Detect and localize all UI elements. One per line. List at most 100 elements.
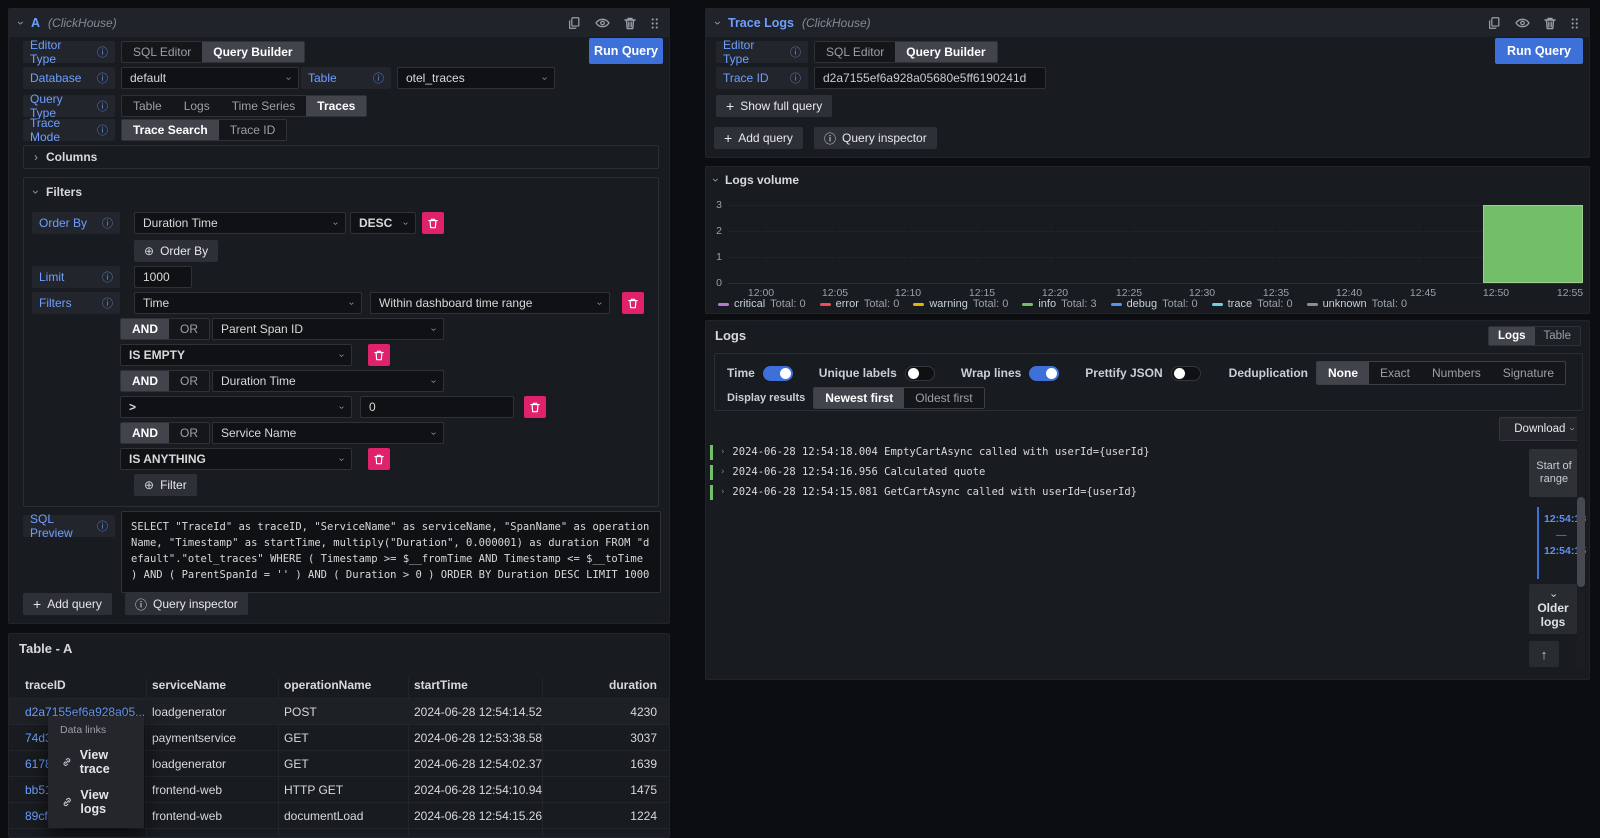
run-query-button[interactable]: Run Query — [1495, 38, 1583, 64]
or-option[interactable]: OR — [169, 371, 209, 391]
time-toggle[interactable] — [763, 366, 793, 381]
dedup-numbers-option[interactable]: Numbers — [1421, 362, 1492, 384]
collapse-icon[interactable]: › — [712, 21, 724, 25]
sql-editor-option[interactable]: SQL Editor — [815, 42, 895, 62]
drag-handle-icon[interactable] — [650, 17, 659, 30]
oldest-first-option[interactable]: Oldest first — [904, 388, 983, 408]
view-logs-option[interactable]: Logs — [1489, 327, 1534, 345]
view-trace-menu-item[interactable]: View trace — [48, 742, 144, 782]
query-ref-title[interactable]: Trace Logs — [728, 16, 794, 30]
and-option[interactable]: AND — [121, 423, 169, 443]
legend-item-critical[interactable]: criticalTotal: 0 — [718, 298, 806, 310]
condition-field-select[interactable]: Parent Span ID› — [212, 318, 444, 340]
collapse-icon: › — [34, 151, 38, 163]
legend-item-unknown[interactable]: unknownTotal: 0 — [1307, 298, 1408, 310]
expand-log-icon[interactable]: › — [720, 447, 725, 457]
remove-condition-button[interactable] — [368, 344, 390, 366]
log-row[interactable]: › 2024-06-28 12:54:18.004 EmptyCartAsync… — [710, 443, 1474, 461]
unique-labels-toggle[interactable] — [905, 366, 935, 381]
remove-condition-button[interactable] — [524, 396, 546, 418]
info-bar[interactable] — [1483, 205, 1583, 283]
trace-id-link[interactable]: 9a7acf61841886... — [9, 835, 146, 838]
run-query-button[interactable]: Run Query — [589, 38, 663, 64]
show-full-query-button[interactable]: +Show full query — [716, 95, 832, 117]
query-ref-title[interactable]: A — [31, 16, 40, 30]
limit-input[interactable] — [134, 266, 192, 288]
filter-value-select[interactable]: Within dashboard time range› — [370, 292, 610, 314]
log-row[interactable]: › 2024-06-28 12:54:16.956 Calculated quo… — [710, 463, 1474, 481]
wrap-lines-toggle[interactable] — [1029, 366, 1059, 381]
condition-field-select[interactable]: Duration Time› — [212, 370, 444, 392]
legend-item-warning[interactable]: warningTotal: 0 — [913, 298, 1008, 310]
duplicate-icon[interactable] — [567, 16, 581, 30]
add-order-by-button[interactable]: ⊕Order By — [134, 240, 218, 262]
column-header-starttime[interactable]: startTime — [408, 678, 542, 698]
eye-icon[interactable] — [1515, 17, 1530, 29]
and-option[interactable]: AND — [121, 319, 169, 339]
add-query-button[interactable]: +Add query — [714, 127, 803, 149]
database-select[interactable]: default› — [121, 67, 299, 89]
collapse-icon[interactable]: › — [15, 21, 27, 25]
columns-section[interactable]: › Columns — [23, 145, 659, 169]
column-header-duration[interactable]: duration — [542, 678, 669, 698]
or-option[interactable]: OR — [169, 319, 209, 339]
panel-title[interactable]: Table - A — [19, 641, 72, 656]
newest-first-option[interactable]: Newest first — [814, 388, 904, 408]
expand-log-icon[interactable]: › — [720, 467, 725, 477]
trash-icon[interactable] — [1544, 17, 1556, 30]
prettify-json-toggle[interactable] — [1171, 366, 1201, 381]
older-logs-button[interactable]: › Older logs — [1529, 584, 1577, 634]
legend-item-error[interactable]: errorTotal: 0 — [820, 298, 900, 310]
sql-editor-option[interactable]: SQL Editor — [122, 42, 202, 62]
condition-operator-select[interactable]: IS ANYTHING› — [120, 448, 352, 470]
download-button[interactable]: Download › — [1499, 417, 1584, 441]
duplicate-icon[interactable] — [1487, 16, 1501, 30]
remove-order-by-button[interactable] — [422, 212, 444, 234]
query-inspector-button[interactable]: ⓘQuery inspector — [125, 593, 248, 615]
order-by-direction-select[interactable]: DESC› — [350, 212, 416, 234]
scroll-to-top-button[interactable]: ↑ — [1529, 641, 1559, 667]
column-header-operationname[interactable]: operationName — [278, 678, 408, 698]
add-filter-button[interactable]: ⊕Filter — [134, 474, 197, 496]
logs-scrollbar-thumb[interactable] — [1577, 497, 1585, 587]
trace-mode-id[interactable]: Trace ID — [219, 120, 287, 140]
trace-id-input[interactable] — [814, 67, 1046, 89]
trash-icon[interactable] — [624, 17, 636, 30]
filter-field-select[interactable]: Time› — [134, 292, 362, 314]
legend-item-trace[interactable]: traceTotal: 0 — [1212, 298, 1293, 310]
condition-operator-select[interactable]: >› — [120, 396, 352, 418]
query-builder-option[interactable]: Query Builder — [202, 42, 303, 62]
filters-section-header[interactable]: › Filters — [34, 185, 82, 199]
drag-handle-icon[interactable] — [1570, 17, 1579, 30]
view-logs-menu-item[interactable]: View logs — [48, 782, 144, 822]
condition-field-select[interactable]: Service Name› — [212, 422, 444, 444]
eye-icon[interactable] — [595, 17, 610, 29]
dedup-exact-option[interactable]: Exact — [1369, 362, 1421, 384]
column-header-traceid[interactable]: traceID — [9, 678, 146, 698]
dedup-signature-option[interactable]: Signature — [1492, 362, 1565, 384]
order-by-field-select[interactable]: Duration Time› — [134, 212, 346, 234]
view-table-option[interactable]: Table — [1535, 327, 1581, 345]
log-row[interactable]: › 2024-06-28 12:54:15.081 GetCartAsync c… — [710, 483, 1474, 501]
remove-condition-button[interactable] — [368, 448, 390, 470]
condition-value-input[interactable] — [360, 396, 514, 418]
query-type-table[interactable]: Table — [122, 96, 173, 116]
and-option[interactable]: AND — [121, 371, 169, 391]
expand-log-icon[interactable]: › — [720, 487, 725, 497]
y-axis-tick: 3 — [708, 199, 722, 211]
dedup-none-option[interactable]: None — [1317, 362, 1369, 384]
add-query-button[interactable]: +Add query — [23, 593, 112, 615]
column-header-servicename[interactable]: serviceName — [146, 678, 278, 698]
trace-mode-search[interactable]: Trace Search — [122, 120, 219, 140]
query-inspector-button[interactable]: ⓘQuery inspector — [814, 127, 937, 149]
condition-operator-select[interactable]: IS EMPTY› — [120, 344, 352, 366]
query-builder-option[interactable]: Query Builder — [895, 42, 996, 62]
legend-item-info[interactable]: infoTotal: 3 — [1022, 298, 1096, 310]
or-option[interactable]: OR — [169, 423, 209, 443]
remove-filter-button[interactable] — [622, 292, 644, 314]
query-type-traces[interactable]: Traces — [306, 96, 366, 116]
query-type-logs[interactable]: Logs — [173, 96, 221, 116]
legend-item-debug[interactable]: debugTotal: 0 — [1111, 298, 1198, 310]
table-select[interactable]: otel_traces› — [397, 67, 555, 89]
query-type-timeseries[interactable]: Time Series — [221, 96, 307, 116]
